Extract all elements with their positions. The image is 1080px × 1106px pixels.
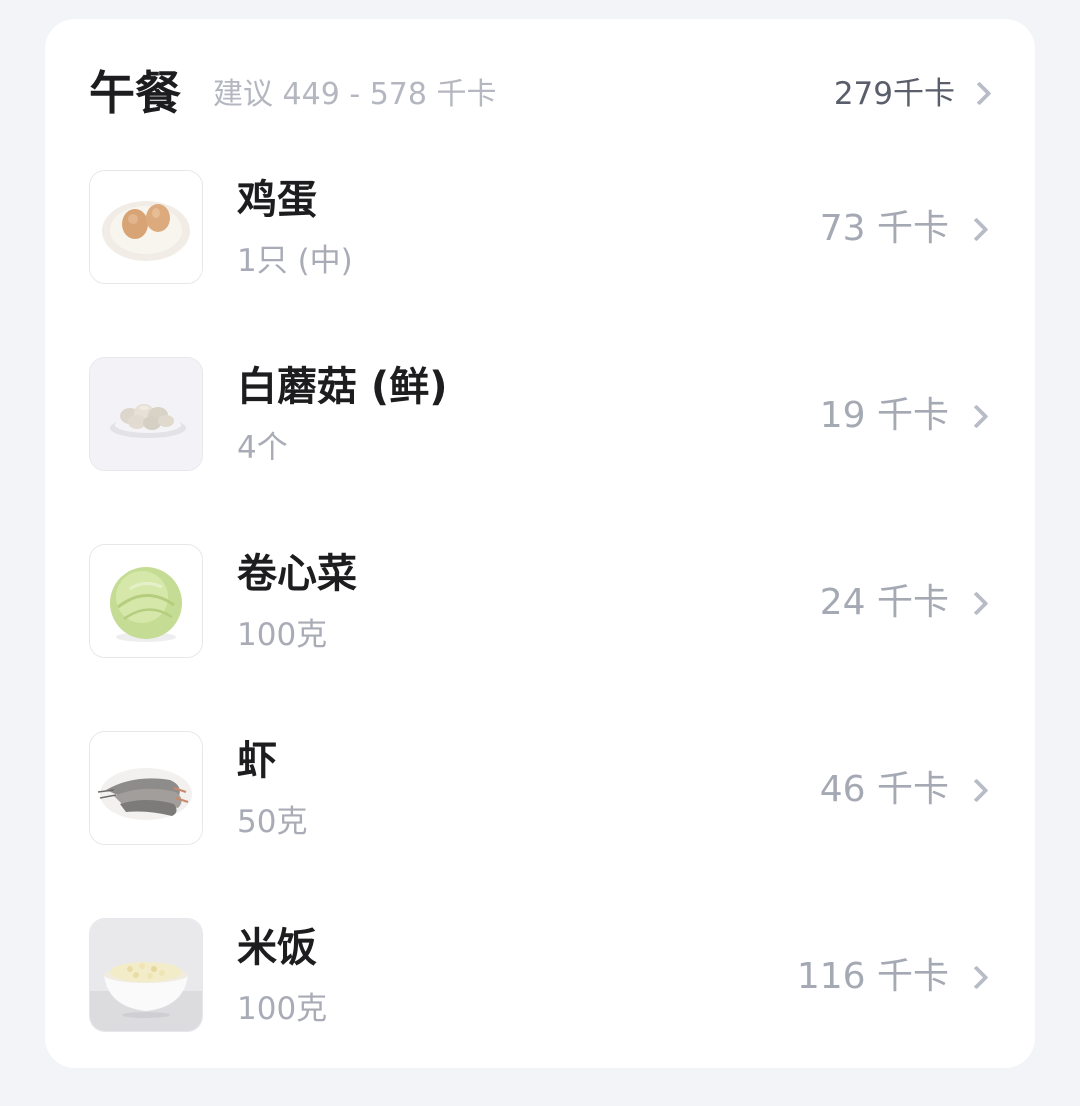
food-portion: 100克 xyxy=(237,991,328,1027)
food-portion: 4个 xyxy=(237,430,288,466)
chevron-right-icon[interactable] xyxy=(964,404,989,429)
food-name: 虾 xyxy=(237,738,277,784)
mushroom-image xyxy=(89,357,203,471)
lunch-card: 午餐 建议 449 - 578 千卡 279千卡 鸡蛋 1只 (中) 73 千卡 xyxy=(45,19,1035,1068)
rice-image xyxy=(89,918,203,1032)
meal-calorie-suggestion: 建议 449 - 578 千卡 xyxy=(213,77,497,112)
chevron-right-icon[interactable] xyxy=(964,217,989,242)
meal-header[interactable]: 午餐 建议 449 - 578 千卡 279千卡 xyxy=(45,19,1035,169)
food-calories: 46 千卡 xyxy=(819,769,949,810)
food-calories: 73 千卡 xyxy=(819,208,949,249)
egg-image xyxy=(89,170,203,284)
meal-total-calories: 279千卡 xyxy=(833,76,955,112)
food-calories: 116 千卡 xyxy=(796,956,949,997)
food-name: 卷心菜 xyxy=(237,551,357,597)
food-row-cabbage[interactable]: 卷心菜 100克 24 千卡 xyxy=(45,544,1035,731)
food-row-shrimp[interactable]: 虾 50克 46 千卡 xyxy=(45,731,1035,918)
food-portion: 100克 xyxy=(237,617,328,653)
food-portion: 50克 xyxy=(237,804,308,840)
chevron-right-icon[interactable] xyxy=(964,591,989,616)
food-name: 白蘑菇 (鲜) xyxy=(237,364,448,410)
food-name: 鸡蛋 xyxy=(237,177,317,223)
food-row-mushroom[interactable]: 白蘑菇 (鲜) 4个 19 千卡 xyxy=(45,357,1035,544)
cabbage-image xyxy=(89,544,203,658)
food-name: 米饭 xyxy=(237,925,317,971)
chevron-right-icon[interactable] xyxy=(967,81,992,106)
food-calories: 19 千卡 xyxy=(819,395,949,436)
shrimp-image xyxy=(89,731,203,845)
food-row-egg[interactable]: 鸡蛋 1只 (中) 73 千卡 xyxy=(45,170,1035,357)
food-calories: 24 千卡 xyxy=(819,582,949,623)
food-row-rice[interactable]: 米饭 100克 116 千卡 xyxy=(45,918,1035,1105)
chevron-right-icon[interactable] xyxy=(964,778,989,803)
meal-title: 午餐 xyxy=(89,66,181,120)
chevron-right-icon[interactable] xyxy=(964,965,989,990)
food-portion: 1只 (中) xyxy=(237,243,353,279)
